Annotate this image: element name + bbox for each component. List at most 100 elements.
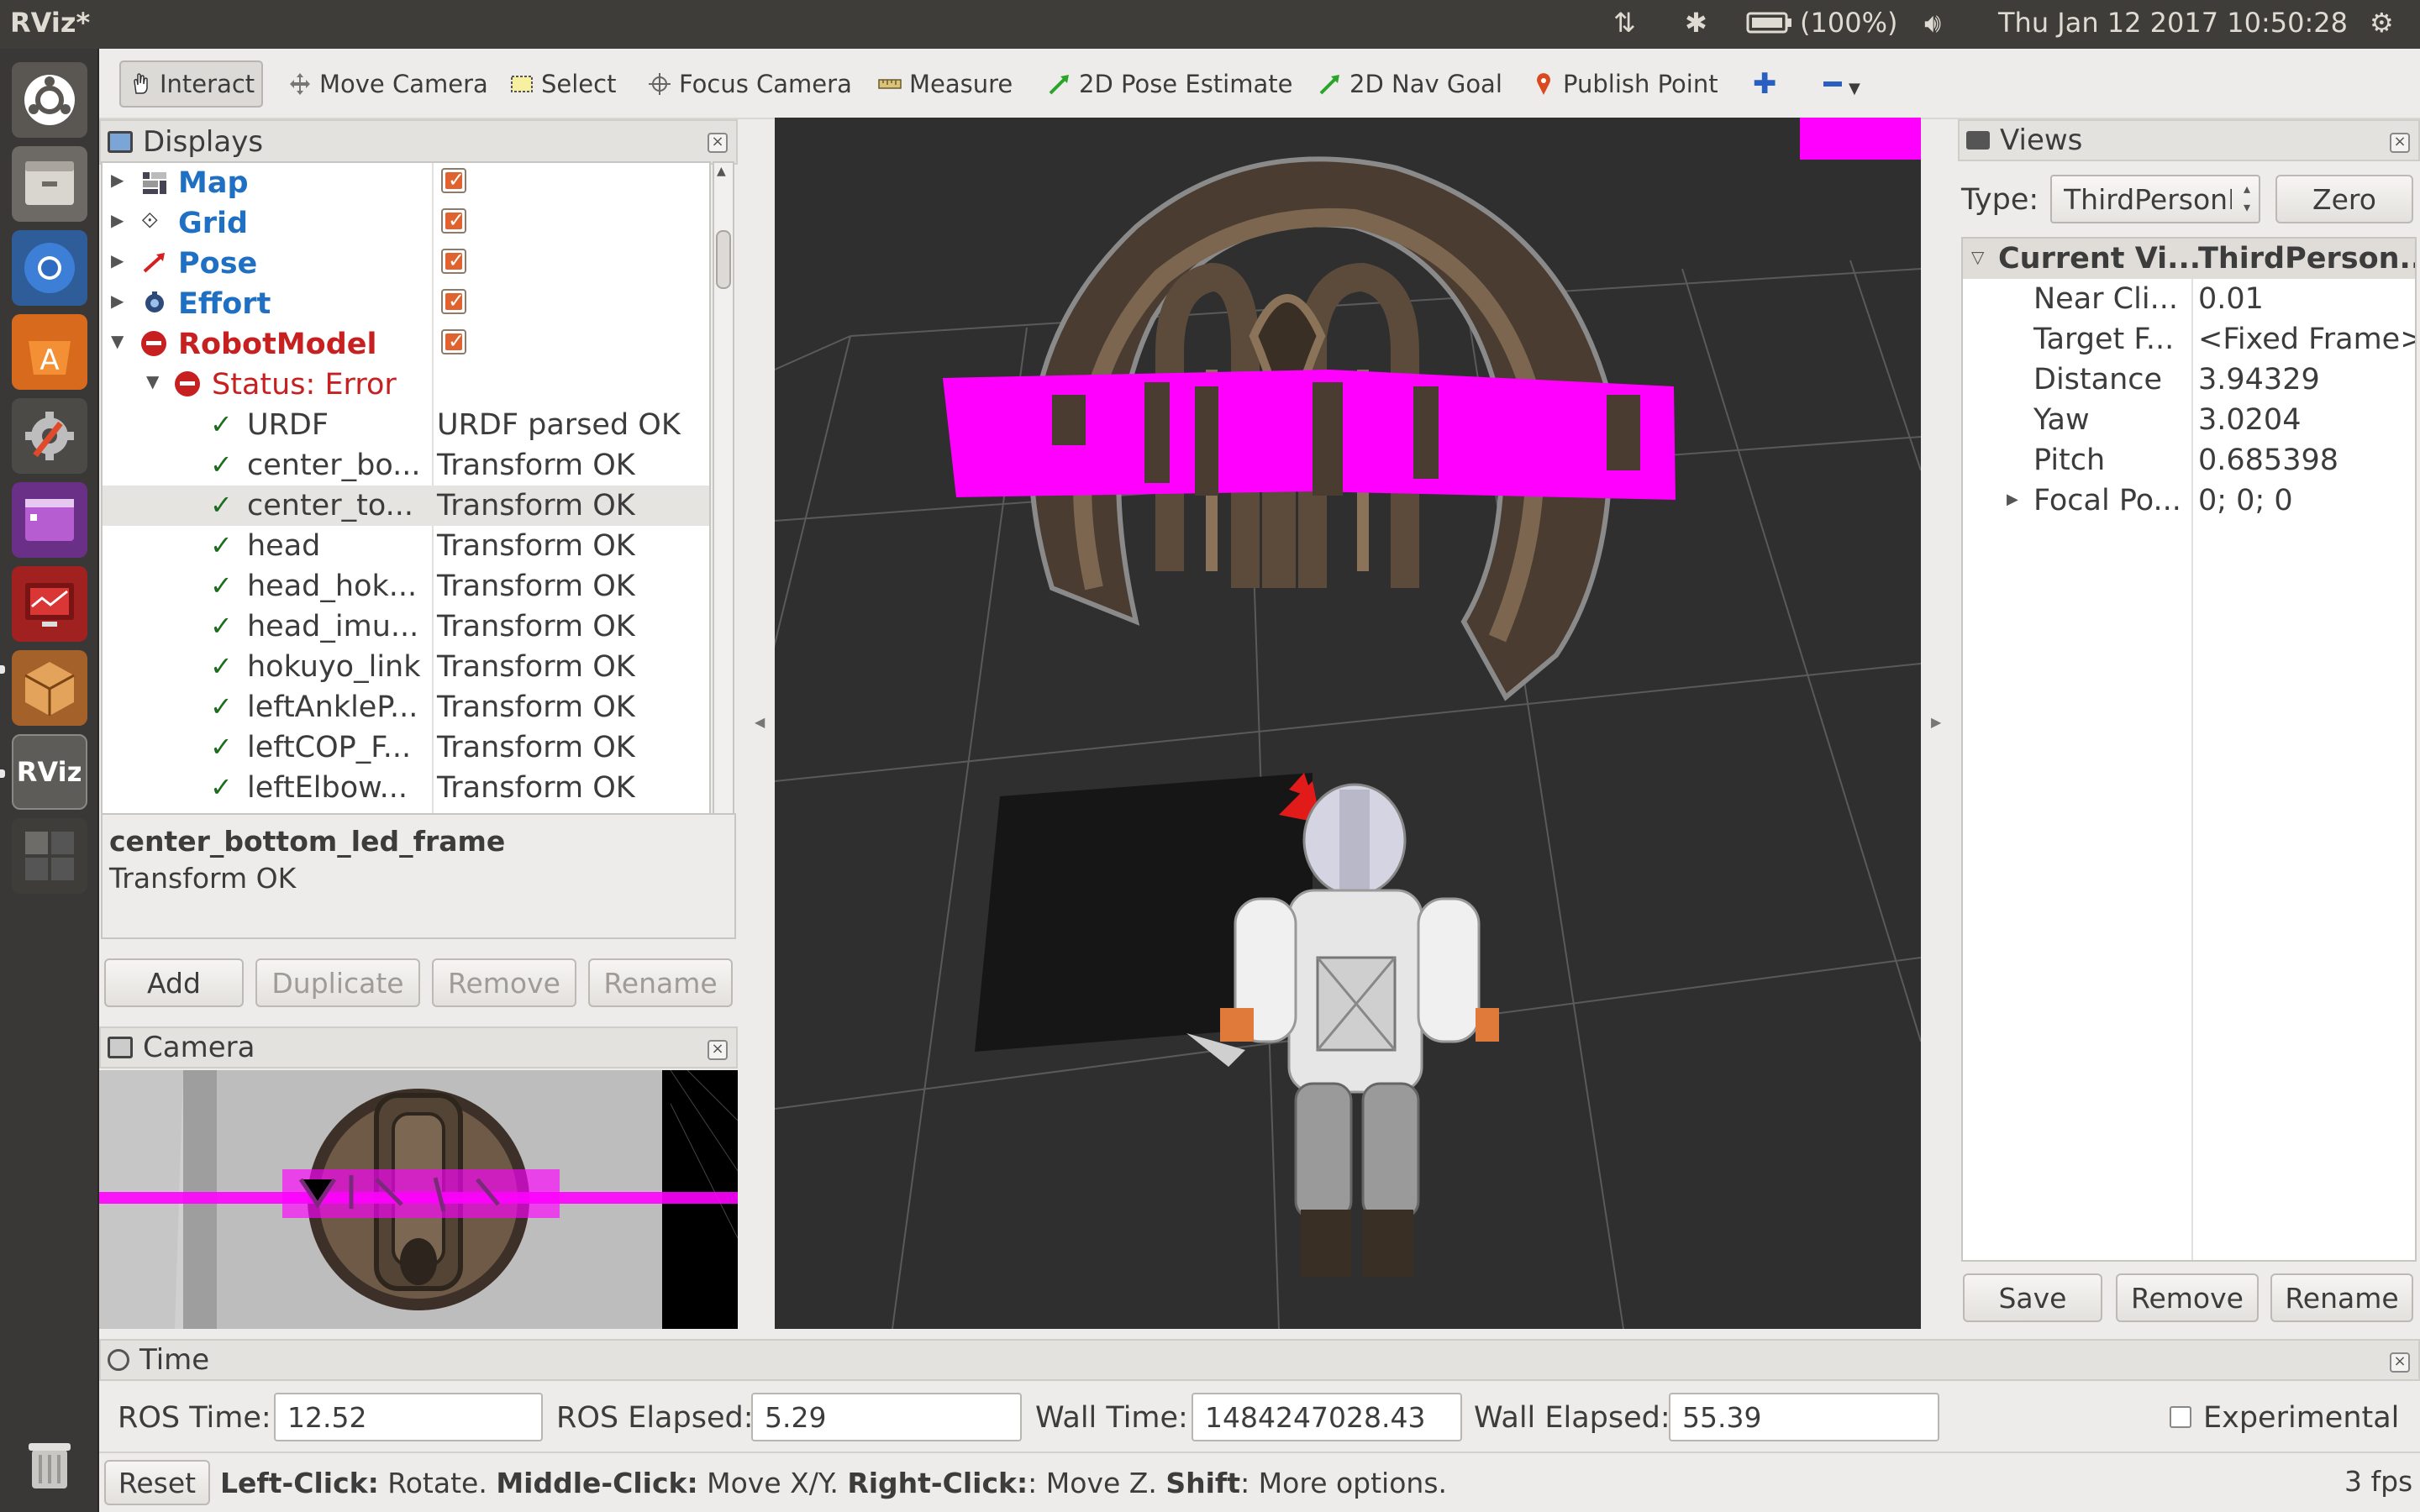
- zero-view-button[interactable]: Zero: [2275, 175, 2413, 223]
- rename-view-button[interactable]: Rename: [2270, 1273, 2413, 1322]
- view-property-row[interactable]: Distance 3.94329: [1963, 360, 2415, 400]
- add-tool-plus-icon[interactable]: ✚: [1746, 60, 1784, 108]
- display-enabled-checkbox[interactable]: ✓: [441, 329, 466, 354]
- publish-point-tool-button[interactable]: Publish Point: [1524, 60, 1725, 108]
- focus-camera-tool-button[interactable]: Focus Camera: [640, 60, 859, 108]
- experimental-label: Experimental: [2203, 1401, 2400, 1435]
- status-row[interactable]: ✓ center_bo... Transform OK: [103, 445, 709, 486]
- close-icon[interactable]: ×: [708, 133, 728, 153]
- package-icon[interactable]: [12, 650, 87, 726]
- scroll-up-icon[interactable]: ▲: [717, 165, 726, 178]
- wall-elapsed-field[interactable]: 55.39: [1669, 1393, 1939, 1441]
- display-item-map[interactable]: ▶ Map ✓: [103, 163, 709, 203]
- rviz-icon[interactable]: RViz: [12, 734, 87, 810]
- nav-goal-tool-button[interactable]: 2D Nav Goal: [1311, 60, 1509, 108]
- status-row[interactable]: ✓ leftElbow... Transform OK: [103, 768, 709, 808]
- clock[interactable]: Thu Jan 12 2017 10:50:28: [1998, 7, 2348, 39]
- move-camera-tool-button[interactable]: Move Camera: [281, 60, 495, 108]
- status-row[interactable]: ✓ head_hok... Transform OK: [103, 566, 709, 606]
- display-item-effort[interactable]: ▶ Effort ✓: [103, 284, 709, 324]
- collapse-arrow-icon[interactable]: ▼: [111, 331, 124, 351]
- volume-icon[interactable]: 🔊︎: [1924, 7, 1941, 39]
- wall-time-field[interactable]: 1484247028.43: [1192, 1393, 1462, 1441]
- experimental-checkbox[interactable]: [2170, 1406, 2191, 1428]
- reset-button[interactable]: Reset: [104, 1460, 210, 1505]
- measure-tool-button[interactable]: Measure: [871, 60, 1019, 108]
- view-property-row[interactable]: Pitch 0.685398: [1963, 440, 2415, 480]
- status-row[interactable]: ✓ head Transform OK: [103, 526, 709, 566]
- add-display-button[interactable]: Add: [104, 958, 244, 1007]
- display-item-pose[interactable]: ▶ Pose ✓: [103, 244, 709, 284]
- rename-display-button[interactable]: Rename: [588, 958, 733, 1007]
- minus-icon: [1823, 81, 1842, 87]
- status-error-row[interactable]: ▼ Status: Error: [103, 365, 709, 405]
- network-icon[interactable]: ⇅: [1613, 7, 1636, 39]
- software-center-icon[interactable]: A: [12, 314, 87, 390]
- chromium-icon[interactable]: [12, 230, 87, 306]
- expand-arrow-icon[interactable]: ▶: [111, 291, 124, 311]
- status-row[interactable]: ✓ hokuyo_link Transform OK: [103, 647, 709, 687]
- ros-time-field[interactable]: 12.52: [274, 1393, 543, 1441]
- system-settings-icon[interactable]: [12, 398, 87, 474]
- measure-label: Measure: [909, 70, 1013, 98]
- running-indicator: [0, 769, 5, 778]
- expand-arrow-icon[interactable]: ▶: [111, 210, 124, 230]
- save-view-button[interactable]: Save: [1963, 1273, 2102, 1322]
- left-splitter-handle[interactable]: ◀: [755, 714, 765, 730]
- displays-scrollbar[interactable]: ▲ ▼: [713, 161, 734, 924]
- status-row[interactable]: ✓ center_to... Transform OK: [103, 486, 709, 526]
- status-row[interactable]: ✓ head_imu... Transform OK: [103, 606, 709, 647]
- close-icon[interactable]: ×: [2390, 133, 2410, 153]
- gear-icon[interactable]: ⚙: [2370, 7, 2394, 39]
- description-title: center_bottom_led_frame: [109, 825, 506, 858]
- status-row[interactable]: ✓ leftAnkleP... Transform OK: [103, 687, 709, 727]
- ubuntu-dash-icon[interactable]: [12, 62, 87, 138]
- system-top-bar: RViz* ⇅ ✱ (100%) 🔊︎ Thu Jan 12 2017 10:5…: [0, 0, 2420, 49]
- duplicate-display-button[interactable]: Duplicate: [255, 958, 420, 1007]
- ok-check-icon: ✓: [210, 570, 233, 601]
- display-item-grid[interactable]: ▶ ⟐ Grid ✓: [103, 203, 709, 244]
- monitor-icon[interactable]: [12, 566, 87, 642]
- expand-arrow-icon[interactable]: ▶: [111, 170, 124, 190]
- select-tool-button[interactable]: Select: [502, 60, 623, 108]
- divider: [99, 1452, 2420, 1453]
- expand-arrow-icon[interactable]: ▶: [2007, 491, 2018, 508]
- scroll-thumb[interactable]: [716, 230, 731, 289]
- ros-elapsed-field[interactable]: 5.29: [751, 1393, 1022, 1441]
- files-icon[interactable]: [12, 146, 87, 222]
- status-row[interactable]: ✓ URDF URDF parsed OK: [103, 405, 709, 445]
- display-enabled-checkbox[interactable]: ✓: [441, 249, 466, 274]
- remove-tool-menu[interactable]: ▼: [1813, 60, 1867, 108]
- collapse-arrow-icon[interactable]: ▽: [1971, 247, 1984, 267]
- workspace-switcher-icon[interactable]: [12, 818, 87, 894]
- collapse-arrow-icon[interactable]: ▼: [146, 371, 159, 391]
- remove-view-button[interactable]: Remove: [2116, 1273, 2259, 1322]
- property-value: 3.0204: [2198, 403, 2302, 437]
- view-property-row[interactable]: Target F... <Fixed Frame>: [1963, 319, 2415, 360]
- view-property-row[interactable]: ▶ Focal Po... 0; 0; 0: [1963, 480, 2415, 521]
- current-view-row[interactable]: ▽ Current Vi... ThirdPerson...: [1963, 239, 2415, 279]
- display-enabled-checkbox[interactable]: ✓: [441, 168, 466, 193]
- display-enabled-checkbox[interactable]: ✓: [441, 289, 466, 314]
- right-splitter-handle[interactable]: ▶: [1931, 714, 1941, 730]
- bluetooth-icon[interactable]: ✱: [1685, 7, 1707, 39]
- close-icon[interactable]: ×: [708, 1040, 728, 1060]
- remove-display-button[interactable]: Remove: [432, 958, 576, 1007]
- interact-tool-button[interactable]: Interact: [119, 60, 264, 108]
- view-property-row[interactable]: Near Cli... 0.01: [1963, 279, 2415, 319]
- close-icon[interactable]: ×: [2390, 1352, 2410, 1373]
- expand-arrow-icon[interactable]: ▶: [111, 250, 124, 270]
- status-value: Transform OK: [437, 529, 635, 563]
- display-enabled-checkbox[interactable]: ✓: [441, 208, 466, 234]
- 3d-viewport[interactable]: [775, 118, 1921, 1329]
- view-property-row[interactable]: Yaw 3.0204: [1963, 400, 2415, 440]
- display-item-robotmodel[interactable]: ▼ RobotModel ✓: [103, 324, 709, 365]
- pose-estimate-tool-button[interactable]: 2D Pose Estimate: [1040, 60, 1299, 108]
- workspace-icon[interactable]: [12, 482, 87, 558]
- status-row[interactable]: ✓ leftCOP_F... Transform OK: [103, 727, 709, 768]
- ok-check-icon: ✓: [210, 408, 233, 440]
- trash-icon[interactable]: [12, 1426, 87, 1502]
- battery-indicator[interactable]: (100%): [1746, 7, 1897, 39]
- pose-estimate-label: 2D Pose Estimate: [1079, 70, 1293, 98]
- view-type-select[interactable]: ThirdPersonI ▴ ▾: [2050, 175, 2260, 223]
